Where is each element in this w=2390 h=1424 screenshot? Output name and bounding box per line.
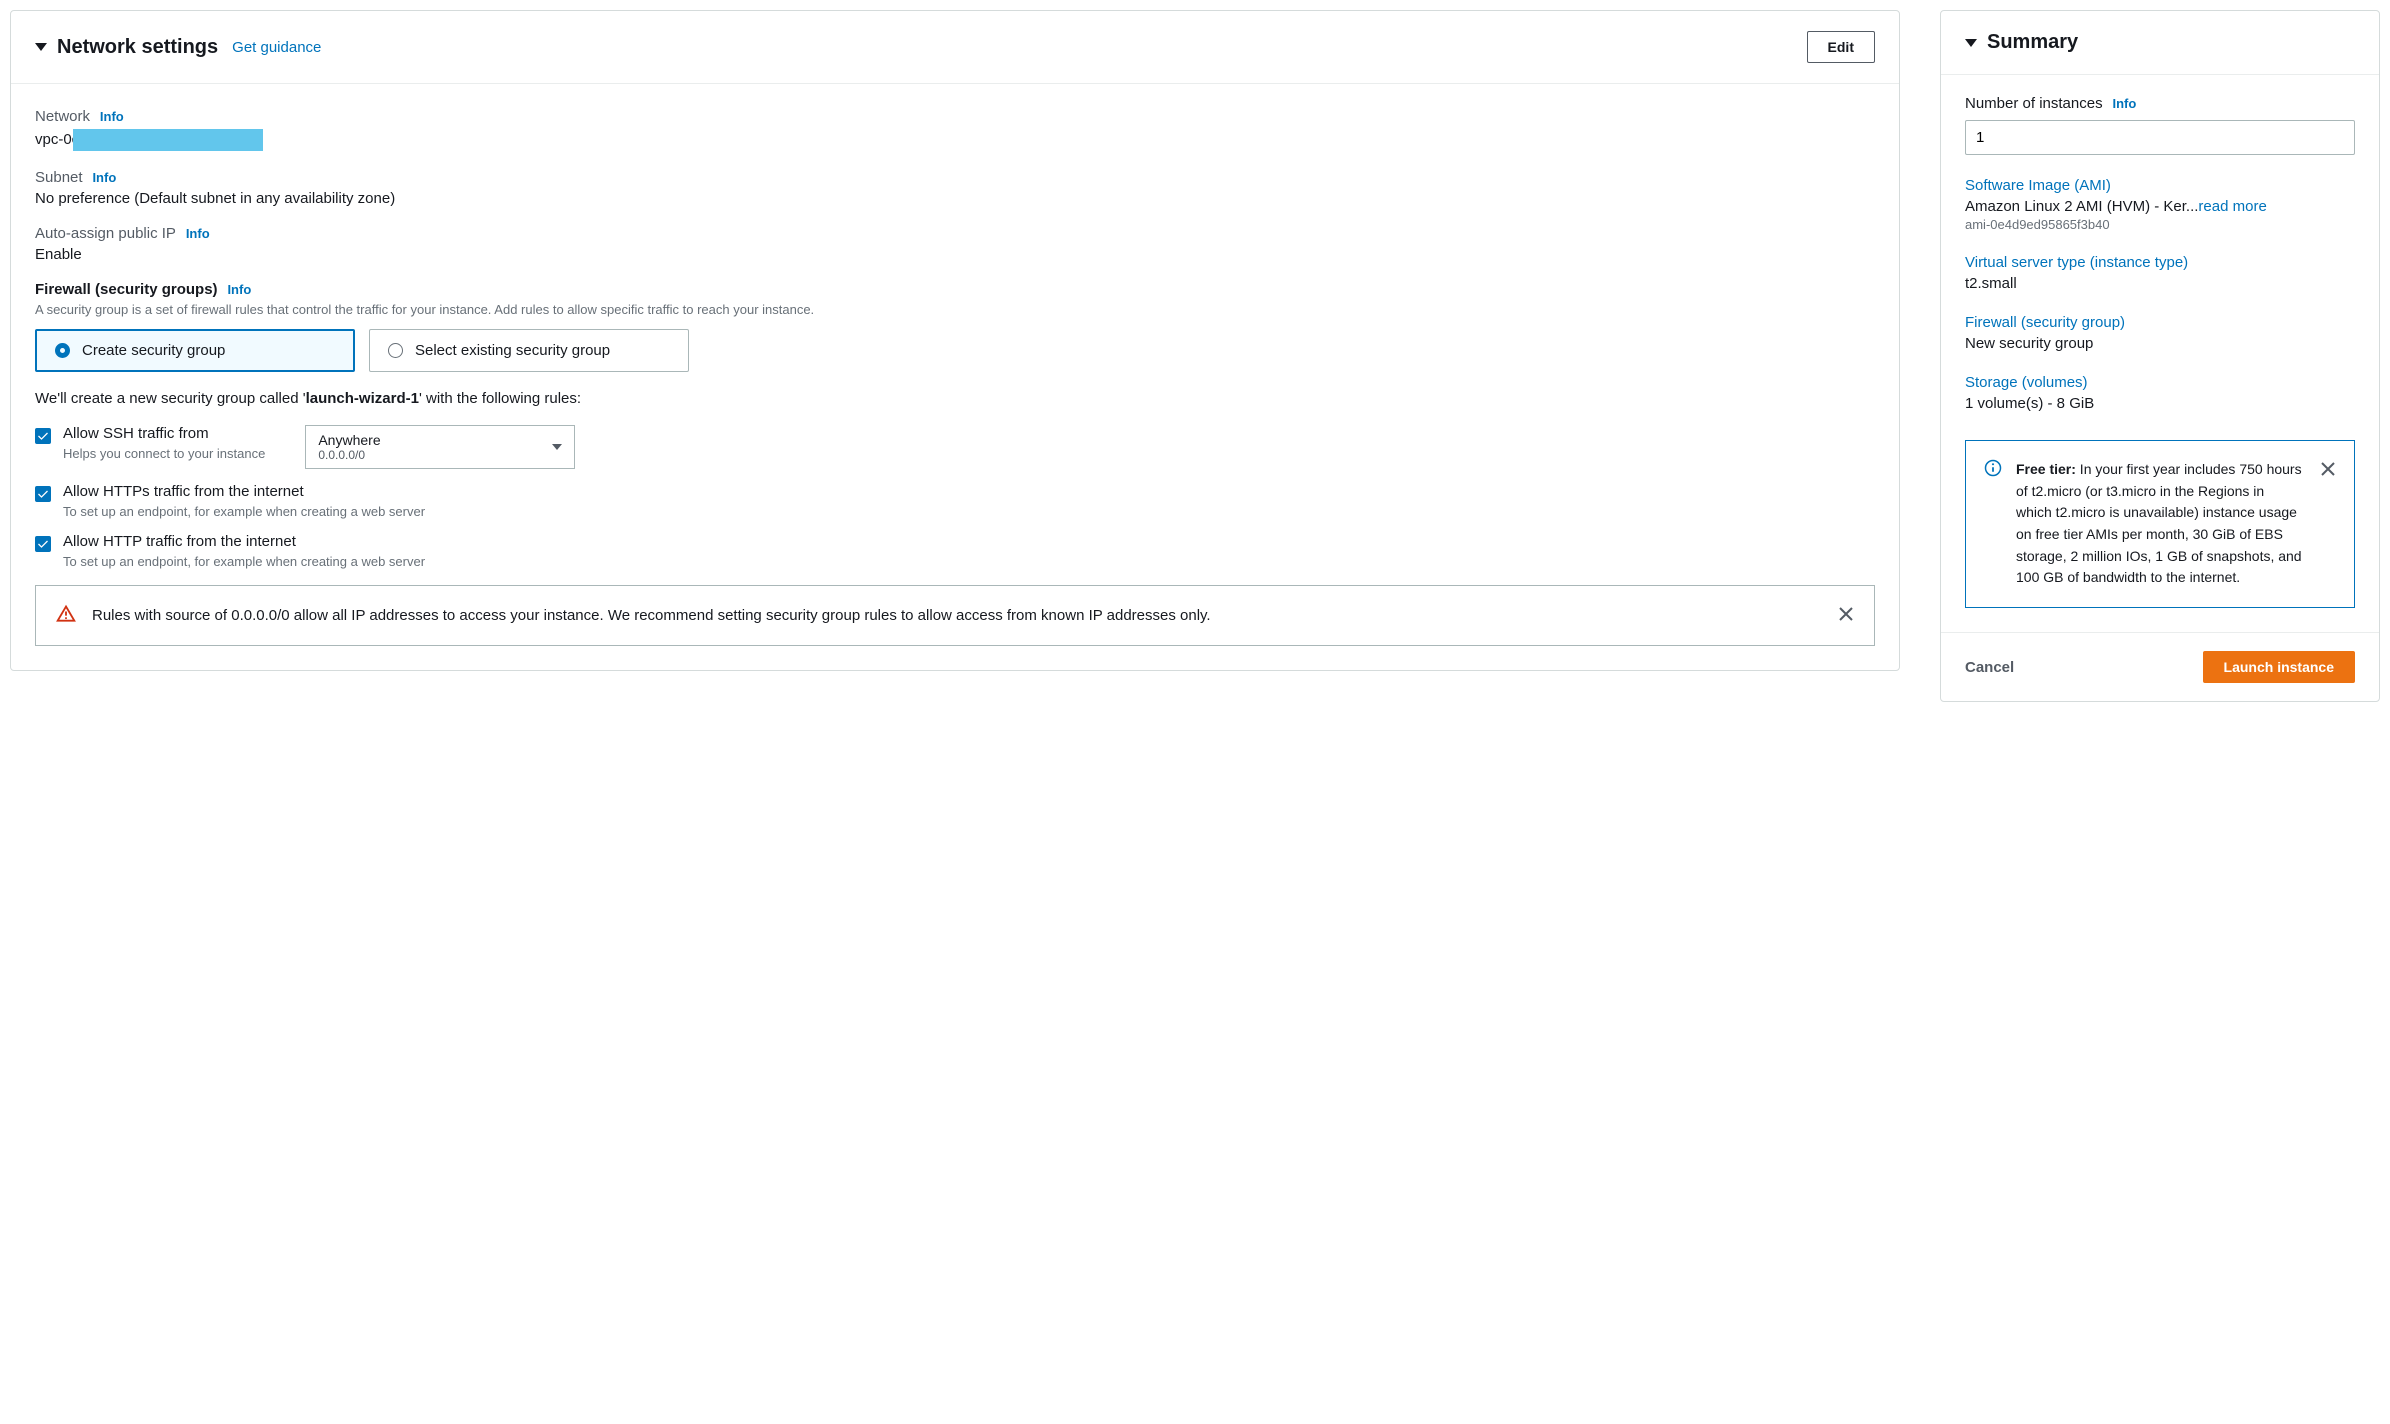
storage-link[interactable]: Storage (volumes) (1965, 374, 2088, 391)
num-instances-info-link[interactable]: Info (2112, 96, 2136, 111)
instance-type-link[interactable]: Virtual server type (instance type) (1965, 254, 2188, 271)
http-hint: To set up an endpoint, for example when … (63, 554, 425, 569)
num-instances-label: Number of instances (1965, 95, 2103, 112)
subnet-label: Subnet (35, 169, 83, 186)
instance-type-value: t2.small (1965, 275, 2355, 292)
chevron-down-icon (552, 444, 562, 450)
ssh-source-value: Anywhere (318, 432, 380, 448)
num-instances-input[interactable] (1965, 120, 2355, 155)
https-hint: To set up an endpoint, for example when … (63, 504, 425, 519)
warning-text: Rules with source of 0.0.0.0/0 allow all… (92, 604, 1822, 627)
instance-type-section: Virtual server type (instance type) t2.s… (1965, 254, 2355, 292)
close-icon (1838, 606, 1854, 622)
caret-down-icon[interactable] (1965, 39, 1977, 47)
open-cidr-warning: Rules with source of 0.0.0.0/0 allow all… (35, 585, 1875, 646)
check-icon (37, 430, 49, 442)
free-tier-text: In your first year includes 750 hours of… (2016, 461, 2302, 585)
network-settings-header: Network settings Get guidance Edit (11, 11, 1899, 84)
summary-title: Summary (1987, 31, 2078, 54)
http-rule: Allow HTTP traffic from the internet To … (35, 533, 1875, 569)
autoip-label: Auto-assign public IP (35, 225, 176, 242)
ssh-source-cidr: 0.0.0.0/0 (318, 448, 380, 462)
read-more-link[interactable]: read more (2198, 198, 2266, 215)
ssh-hint: Helps you connect to your instance (63, 446, 265, 461)
https-checkbox[interactable] (35, 486, 51, 502)
sg-name: launch-wizard-1 (306, 390, 419, 407)
close-icon (2320, 461, 2336, 477)
network-label: Network (35, 108, 90, 125)
subnet-info-link[interactable]: Info (92, 170, 116, 185)
sg-note: We'll create a new security group called… (35, 390, 1875, 407)
summary-panel: Summary Number of instances Info Softwar… (1940, 10, 2380, 702)
network-info-link[interactable]: Info (100, 109, 124, 124)
https-label: Allow HTTPs traffic from the internet (63, 483, 425, 500)
ami-section: Software Image (AMI) Amazon Linux 2 AMI … (1965, 177, 2355, 232)
ami-value: Amazon Linux 2 AMI (HVM) - Ker... (1965, 198, 2198, 215)
network-settings-title: Network settings (57, 36, 218, 59)
info-icon (1984, 459, 2002, 480)
ssh-rule: Allow SSH traffic from Helps you connect… (35, 425, 1875, 469)
firewall-summary-section: Firewall (security group) New security g… (1965, 314, 2355, 352)
create-sg-option[interactable]: Create security group (35, 329, 355, 372)
storage-value: 1 volume(s) - 8 GiB (1965, 395, 2355, 412)
firewall-field: Firewall (security groups) Info A securi… (35, 281, 1875, 372)
create-sg-label: Create security group (82, 342, 225, 359)
autoip-field: Auto-assign public IP Info Enable (35, 225, 1875, 263)
network-settings-panel: Network settings Get guidance Edit Netwo… (10, 10, 1900, 671)
check-icon (37, 538, 49, 550)
firewall-summary-value: New security group (1965, 335, 2355, 352)
warning-icon (56, 604, 76, 627)
ssh-source-select[interactable]: Anywhere 0.0.0.0/0 (305, 425, 575, 469)
radio-unchecked-icon (388, 343, 403, 358)
http-label: Allow HTTP traffic from the internet (63, 533, 425, 550)
subnet-field: Subnet Info No preference (Default subne… (35, 169, 1875, 207)
ami-link[interactable]: Software Image (AMI) (1965, 177, 2111, 194)
summary-footer: Cancel Launch instance (1941, 632, 2379, 701)
ssh-label: Allow SSH traffic from (63, 425, 265, 442)
firewall-label: Firewall (security groups) (35, 281, 218, 298)
firewall-summary-link[interactable]: Firewall (security group) (1965, 314, 2125, 331)
ami-id: ami-0e4d9ed95865f3b40 (1965, 217, 2355, 232)
cancel-button[interactable]: Cancel (1965, 659, 2014, 676)
radio-checked-icon (55, 343, 70, 358)
select-sg-label: Select existing security group (415, 342, 610, 359)
vpc-redacted (73, 129, 263, 151)
free-tier-info: Free tier: In your first year includes 7… (1965, 440, 2355, 608)
storage-section: Storage (volumes) 1 volume(s) - 8 GiB (1965, 374, 2355, 412)
caret-down-icon[interactable] (35, 43, 47, 51)
get-guidance-link[interactable]: Get guidance (232, 39, 321, 56)
launch-instance-button[interactable]: Launch instance (2203, 651, 2355, 683)
close-info-button[interactable] (2320, 459, 2336, 481)
subnet-value: No preference (Default subnet in any ava… (35, 190, 1875, 207)
firewall-info-link[interactable]: Info (227, 282, 251, 297)
firewall-hint: A security group is a set of firewall ru… (35, 302, 1875, 317)
autoip-value: Enable (35, 246, 1875, 263)
autoip-info-link[interactable]: Info (186, 226, 210, 241)
select-sg-option[interactable]: Select existing security group (369, 329, 689, 372)
close-warning-button[interactable] (1838, 604, 1854, 626)
summary-header: Summary (1941, 11, 2379, 75)
network-field: Network Info vpc-0c (35, 108, 1875, 151)
https-rule: Allow HTTPs traffic from the internet To… (35, 483, 1875, 519)
check-icon (37, 488, 49, 500)
edit-button[interactable]: Edit (1807, 31, 1875, 63)
ssh-checkbox[interactable] (35, 428, 51, 444)
http-checkbox[interactable] (35, 536, 51, 552)
free-tier-bold: Free tier: (2016, 461, 2076, 477)
